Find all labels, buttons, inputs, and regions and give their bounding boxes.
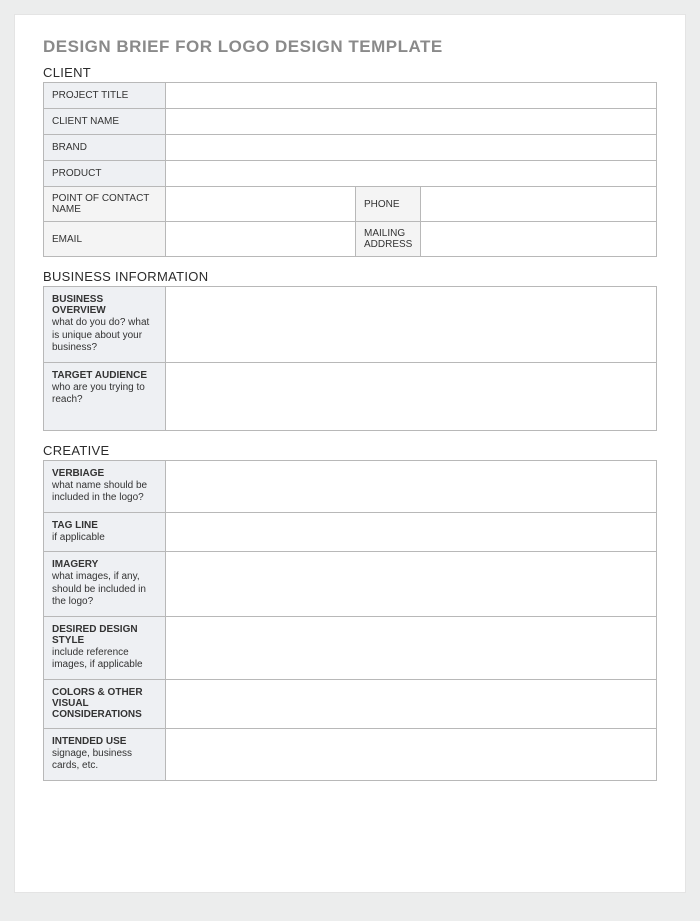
hint-verbiage: what name should be included in the logo…: [52, 480, 157, 505]
label-product: PRODUCT: [44, 161, 166, 187]
field-email[interactable]: [166, 222, 356, 257]
label-intended-use: INTENDED USE signage, business cards, et…: [44, 728, 166, 780]
hint-business-overview: what do you do? what is unique about you…: [52, 317, 157, 355]
field-imagery[interactable]: [166, 552, 657, 617]
field-verbiage[interactable]: [166, 460, 657, 512]
label-client-name: CLIENT NAME: [44, 109, 166, 135]
field-tagline[interactable]: [166, 512, 657, 552]
field-business-overview[interactable]: [166, 287, 657, 363]
label-verbiage-text: VERBIAGE: [52, 468, 157, 479]
label-email: EMAIL: [44, 222, 166, 257]
field-project-title[interactable]: [166, 83, 657, 109]
label-colors-text: COLORS & OTHER VISUAL CONSIDERATIONS: [52, 687, 157, 720]
hint-intended-use: signage, business cards, etc.: [52, 748, 157, 773]
client-table: PROJECT TITLE CLIENT NAME BRAND PRODUCT …: [43, 82, 657, 257]
label-mailing: MAILING ADDRESS: [356, 222, 421, 257]
field-product[interactable]: [166, 161, 657, 187]
field-style[interactable]: [166, 616, 657, 679]
page-title: DESIGN BRIEF FOR LOGO DESIGN TEMPLATE: [43, 37, 657, 57]
label-brand: BRAND: [44, 135, 166, 161]
label-target-audience-text: TARGET AUDIENCE: [52, 370, 157, 381]
hint-tagline: if applicable: [52, 532, 157, 545]
label-phone: PHONE: [356, 187, 421, 222]
business-table: BUSINESS OVERVIEW what do you do? what i…: [43, 286, 657, 431]
hint-style: include reference images, if applicable: [52, 647, 157, 672]
field-intended-use[interactable]: [166, 728, 657, 780]
field-phone[interactable]: [421, 187, 657, 222]
section-header-client: CLIENT: [43, 65, 657, 80]
label-style: DESIRED DESIGN STYLE include reference i…: [44, 616, 166, 679]
creative-table: VERBIAGE what name should be included in…: [43, 460, 657, 781]
label-target-audience: TARGET AUDIENCE who are you trying to re…: [44, 362, 166, 430]
field-brand[interactable]: [166, 135, 657, 161]
label-project-title: PROJECT TITLE: [44, 83, 166, 109]
section-header-business: BUSINESS INFORMATION: [43, 269, 657, 284]
field-poc[interactable]: [166, 187, 356, 222]
label-style-text: DESIRED DESIGN STYLE: [52, 624, 157, 646]
field-target-audience[interactable]: [166, 362, 657, 430]
document-page: DESIGN BRIEF FOR LOGO DESIGN TEMPLATE CL…: [14, 14, 686, 893]
label-colors: COLORS & OTHER VISUAL CONSIDERATIONS: [44, 679, 166, 728]
label-business-overview: BUSINESS OVERVIEW what do you do? what i…: [44, 287, 166, 363]
label-tagline-text: TAG LINE: [52, 520, 157, 531]
label-poc: POINT OF CONTACT NAME: [44, 187, 166, 222]
label-tagline: TAG LINE if applicable: [44, 512, 166, 552]
label-imagery-text: IMAGERY: [52, 559, 157, 570]
label-business-overview-text: BUSINESS OVERVIEW: [52, 294, 157, 316]
label-verbiage: VERBIAGE what name should be included in…: [44, 460, 166, 512]
section-header-creative: CREATIVE: [43, 443, 657, 458]
field-colors[interactable]: [166, 679, 657, 728]
field-mailing[interactable]: [421, 222, 657, 257]
label-imagery: IMAGERY what images, if any, should be i…: [44, 552, 166, 617]
hint-target-audience: who are you trying to reach?: [52, 382, 157, 407]
label-intended-use-text: INTENDED USE: [52, 736, 157, 747]
field-client-name[interactable]: [166, 109, 657, 135]
hint-imagery: what images, if any, should be included …: [52, 571, 157, 609]
